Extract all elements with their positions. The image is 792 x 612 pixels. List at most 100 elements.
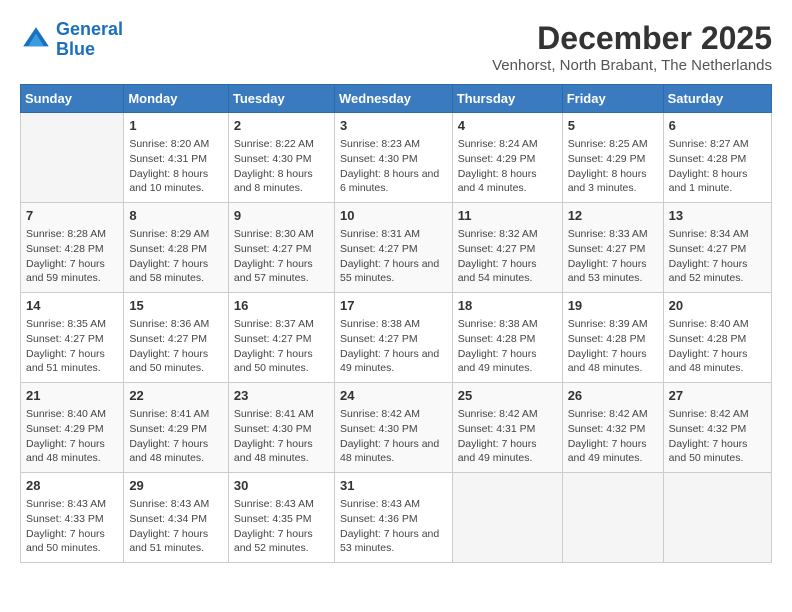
day-number: 2 bbox=[234, 117, 329, 135]
day-cell: 11 Sunrise: 8:32 AMSunset: 4:27 PMDayligh… bbox=[452, 203, 562, 293]
day-info: Sunrise: 8:20 AMSunset: 4:31 PMDaylight:… bbox=[129, 137, 223, 196]
day-info: Sunrise: 8:33 AMSunset: 4:27 PMDaylight:… bbox=[568, 227, 658, 286]
week-row-2: 7 Sunrise: 8:28 AMSunset: 4:28 PMDaylight… bbox=[21, 203, 772, 293]
day-cell: 20 Sunrise: 8:40 AMSunset: 4:28 PMDayligh… bbox=[663, 293, 771, 383]
day-info: Sunrise: 8:43 AMSunset: 4:36 PMDaylight:… bbox=[340, 497, 447, 556]
day-number: 15 bbox=[129, 297, 223, 315]
day-info: Sunrise: 8:43 AMSunset: 4:34 PMDaylight:… bbox=[129, 497, 223, 556]
header-saturday: Saturday bbox=[663, 85, 771, 113]
day-cell: 10Sunrise: 8:31 AMSunset: 4:27 PMDayligh… bbox=[334, 203, 452, 293]
day-number: 21 bbox=[26, 387, 118, 405]
day-number: 24 bbox=[340, 387, 447, 405]
day-info: Sunrise: 8:22 AMSunset: 4:30 PMDaylight:… bbox=[234, 137, 329, 196]
day-number: 12 bbox=[568, 207, 658, 225]
header-friday: Friday bbox=[562, 85, 663, 113]
day-cell bbox=[452, 473, 562, 563]
day-number: 29 bbox=[129, 477, 223, 495]
day-number: 19 bbox=[568, 297, 658, 315]
day-cell: 13 Sunrise: 8:34 AMSunset: 4:27 PMDayligh… bbox=[663, 203, 771, 293]
header-sunday: Sunday bbox=[21, 85, 124, 113]
day-cell: 5Sunrise: 8:25 AMSunset: 4:29 PMDaylight… bbox=[562, 113, 663, 203]
day-number: 31 bbox=[340, 477, 447, 495]
day-info: Sunrise: 8:27 AMSunset: 4:28 PMDaylight:… bbox=[669, 137, 766, 196]
day-info: Sunrise: 8:36 AMSunset: 4:27 PMDaylight:… bbox=[129, 317, 223, 376]
day-info: Sunrise: 8:35 AMSunset: 4:27 PMDaylight:… bbox=[26, 317, 118, 376]
day-info: Sunrise: 8:23 AMSunset: 4:30 PMDaylight:… bbox=[340, 137, 447, 196]
day-cell: 18 Sunrise: 8:38 AMSunset: 4:28 PMDayligh… bbox=[452, 293, 562, 383]
day-cell: 15 Sunrise: 8:36 AMSunset: 4:27 PMDayligh… bbox=[124, 293, 229, 383]
calendar-header-row: SundayMondayTuesdayWednesdayThursdayFrid… bbox=[21, 85, 772, 113]
day-number: 14 bbox=[26, 297, 118, 315]
month-year: December 2025 bbox=[492, 20, 772, 57]
day-number: 25 bbox=[458, 387, 557, 405]
day-number: 9 bbox=[234, 207, 329, 225]
logo-icon bbox=[20, 24, 52, 56]
day-cell: 25Sunrise: 8:42 AMSunset: 4:31 PMDayligh… bbox=[452, 383, 562, 473]
calendar-table: SundayMondayTuesdayWednesdayThursdayFrid… bbox=[20, 84, 772, 563]
day-number: 3 bbox=[340, 117, 447, 135]
header-monday: Monday bbox=[124, 85, 229, 113]
day-cell: 28 Sunrise: 8:43 AMSunset: 4:33 PMDayligh… bbox=[21, 473, 124, 563]
header-tuesday: Tuesday bbox=[228, 85, 334, 113]
day-info: Sunrise: 8:34 AMSunset: 4:27 PMDaylight:… bbox=[669, 227, 766, 286]
day-number: 13 bbox=[669, 207, 766, 225]
day-number: 18 bbox=[458, 297, 557, 315]
day-cell: 29 Sunrise: 8:43 AMSunset: 4:34 PMDayligh… bbox=[124, 473, 229, 563]
day-number: 27 bbox=[669, 387, 766, 405]
week-row-1: 1 Sunrise: 8:20 AMSunset: 4:31 PMDaylight… bbox=[21, 113, 772, 203]
day-number: 4 bbox=[458, 117, 557, 135]
week-row-4: 21 Sunrise: 8:40 AMSunset: 4:29 PMDayligh… bbox=[21, 383, 772, 473]
day-cell: 19Sunrise: 8:39 AMSunset: 4:28 PMDayligh… bbox=[562, 293, 663, 383]
day-info: Sunrise: 8:24 AMSunset: 4:29 PMDaylight:… bbox=[458, 137, 557, 196]
day-cell: 16 Sunrise: 8:37 AMSunset: 4:27 PMDayligh… bbox=[228, 293, 334, 383]
day-cell: 12 Sunrise: 8:33 AMSunset: 4:27 PMDayligh… bbox=[562, 203, 663, 293]
day-cell: 7 Sunrise: 8:28 AMSunset: 4:28 PMDaylight… bbox=[21, 203, 124, 293]
day-cell: 30 Sunrise: 8:43 AMSunset: 4:35 PMDayligh… bbox=[228, 473, 334, 563]
day-info: Sunrise: 8:25 AMSunset: 4:29 PMDaylight:… bbox=[568, 137, 658, 196]
day-cell bbox=[663, 473, 771, 563]
header-thursday: Thursday bbox=[452, 85, 562, 113]
day-info: Sunrise: 8:38 AMSunset: 4:28 PMDaylight:… bbox=[458, 317, 557, 376]
day-info: Sunrise: 8:32 AMSunset: 4:27 PMDaylight:… bbox=[458, 227, 557, 286]
day-info: Sunrise: 8:40 AMSunset: 4:28 PMDaylight:… bbox=[669, 317, 766, 376]
logo-line1: General bbox=[56, 19, 123, 39]
page-header: General Blue December 2025 Venhorst, Nor… bbox=[20, 20, 772, 74]
day-cell: 22Sunrise: 8:41 AMSunset: 4:29 PMDayligh… bbox=[124, 383, 229, 473]
day-number: 16 bbox=[234, 297, 329, 315]
day-cell: 31 Sunrise: 8:43 AMSunset: 4:36 PMDayligh… bbox=[334, 473, 452, 563]
day-number: 7 bbox=[26, 207, 118, 225]
day-cell: 24Sunrise: 8:42 AMSunset: 4:30 PMDayligh… bbox=[334, 383, 452, 473]
day-info: Sunrise: 8:42 AMSunset: 4:32 PMDaylight:… bbox=[669, 407, 766, 466]
day-info: Sunrise: 8:42 AMSunset: 4:32 PMDaylight:… bbox=[568, 407, 658, 466]
day-number: 23 bbox=[234, 387, 329, 405]
day-cell: 26 Sunrise: 8:42 AMSunset: 4:32 PMDayligh… bbox=[562, 383, 663, 473]
day-info: Sunrise: 8:38 AMSunset: 4:27 PMDaylight:… bbox=[340, 317, 447, 376]
day-info: Sunrise: 8:28 AMSunset: 4:28 PMDaylight:… bbox=[26, 227, 118, 286]
day-cell: 4 Sunrise: 8:24 AMSunset: 4:29 PMDaylight… bbox=[452, 113, 562, 203]
day-info: Sunrise: 8:43 AMSunset: 4:33 PMDaylight:… bbox=[26, 497, 118, 556]
day-cell: 23Sunrise: 8:41 AMSunset: 4:30 PMDayligh… bbox=[228, 383, 334, 473]
day-number: 1 bbox=[129, 117, 223, 135]
day-cell bbox=[21, 113, 124, 203]
day-cell bbox=[562, 473, 663, 563]
day-cell: 3 Sunrise: 8:23 AMSunset: 4:30 PMDaylight… bbox=[334, 113, 452, 203]
day-cell: 17Sunrise: 8:38 AMSunset: 4:27 PMDayligh… bbox=[334, 293, 452, 383]
day-info: Sunrise: 8:30 AMSunset: 4:27 PMDaylight:… bbox=[234, 227, 329, 286]
location: Venhorst, North Brabant, The Netherlands bbox=[492, 57, 772, 74]
day-number: 28 bbox=[26, 477, 118, 495]
day-info: Sunrise: 8:43 AMSunset: 4:35 PMDaylight:… bbox=[234, 497, 329, 556]
day-info: Sunrise: 8:41 AMSunset: 4:29 PMDaylight:… bbox=[129, 407, 223, 466]
day-number: 26 bbox=[568, 387, 658, 405]
day-number: 8 bbox=[129, 207, 223, 225]
day-cell: 6Sunrise: 8:27 AMSunset: 4:28 PMDaylight… bbox=[663, 113, 771, 203]
day-info: Sunrise: 8:29 AMSunset: 4:28 PMDaylight:… bbox=[129, 227, 223, 286]
day-number: 30 bbox=[234, 477, 329, 495]
day-number: 20 bbox=[669, 297, 766, 315]
header-wednesday: Wednesday bbox=[334, 85, 452, 113]
day-cell: 8 Sunrise: 8:29 AMSunset: 4:28 PMDaylight… bbox=[124, 203, 229, 293]
day-info: Sunrise: 8:37 AMSunset: 4:27 PMDaylight:… bbox=[234, 317, 329, 376]
day-cell: 14 Sunrise: 8:35 AMSunset: 4:27 PMDayligh… bbox=[21, 293, 124, 383]
day-info: Sunrise: 8:40 AMSunset: 4:29 PMDaylight:… bbox=[26, 407, 118, 466]
day-number: 11 bbox=[458, 207, 557, 225]
day-cell: 27 Sunrise: 8:42 AMSunset: 4:32 PMDayligh… bbox=[663, 383, 771, 473]
